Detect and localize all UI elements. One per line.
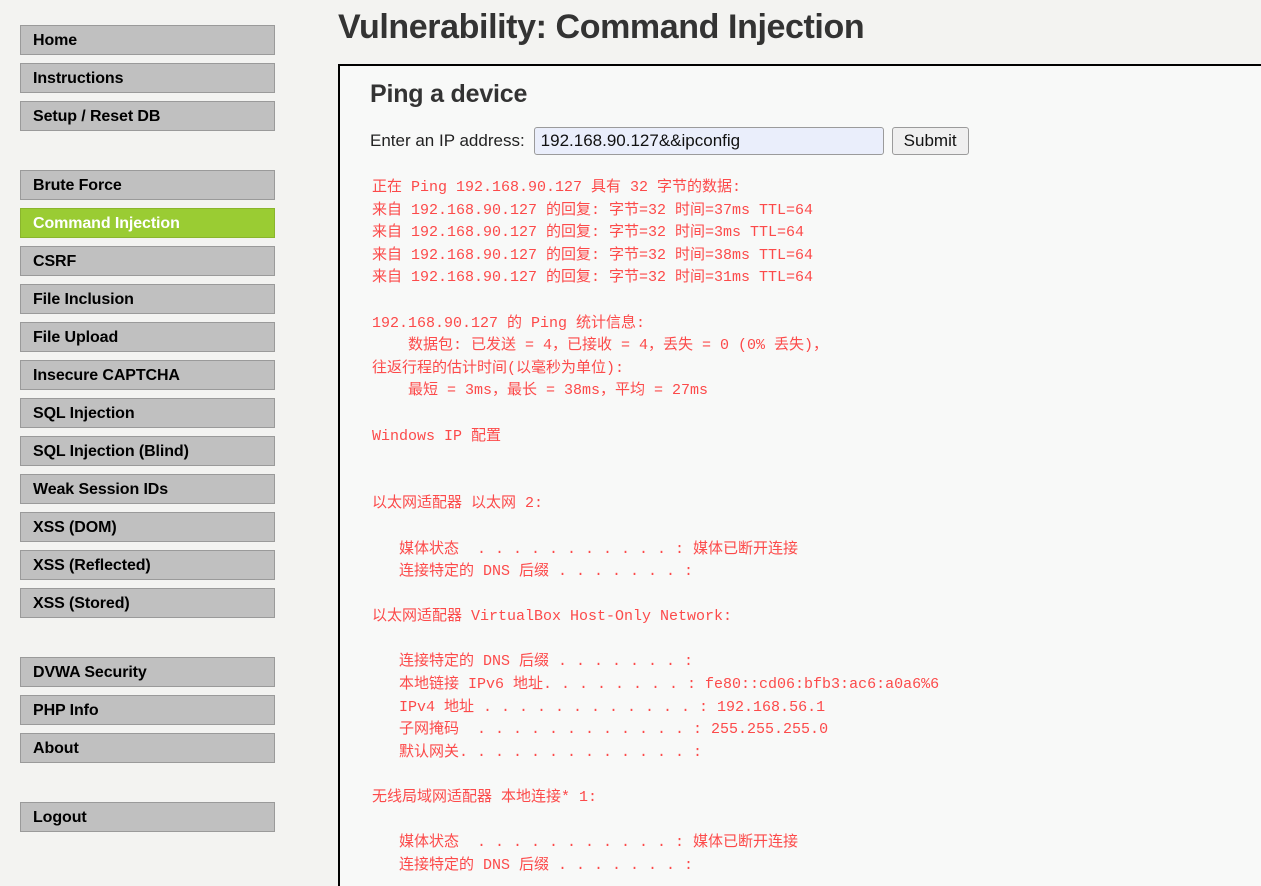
sidebar-item-xss-reflected[interactable]: XSS (Reflected) bbox=[20, 550, 275, 580]
submit-button[interactable]: Submit bbox=[891, 127, 969, 155]
sidebar-item-sql-injection-blind[interactable]: SQL Injection (Blind) bbox=[20, 436, 275, 466]
page-title: Vulnerability: Command Injection bbox=[338, 8, 865, 46]
sidebar-item-weak-session-ids[interactable]: Weak Session IDs bbox=[20, 474, 275, 504]
main-content: Vulnerability: Command Injection Ping a … bbox=[300, 0, 1261, 886]
sidebar-item-file-inclusion[interactable]: File Inclusion bbox=[20, 284, 275, 314]
sidebar-item-setup-reset-db[interactable]: Setup / Reset DB bbox=[20, 101, 275, 131]
section-title: Ping a device bbox=[370, 80, 528, 108]
sidebar-group-session: Logout bbox=[0, 802, 300, 832]
ip-address-input[interactable] bbox=[533, 127, 884, 155]
sidebar-item-php-info[interactable]: PHP Info bbox=[20, 695, 275, 725]
sidebar: Home Instructions Setup / Reset DB Brute F… bbox=[0, 0, 300, 886]
sidebar-item-command-injection[interactable]: Command Injection bbox=[20, 208, 275, 238]
sidebar-item-logout[interactable]: Logout bbox=[20, 802, 275, 832]
sidebar-item-file-upload[interactable]: File Upload bbox=[20, 322, 275, 352]
ping-form: Enter an IP address: Submit bbox=[370, 127, 1261, 155]
content-panel-inner: Ping a device Enter an IP address: Submi… bbox=[340, 66, 1261, 877]
sidebar-item-dvwa-security[interactable]: DVWA Security bbox=[20, 657, 275, 687]
sidebar-item-brute-force[interactable]: Brute Force bbox=[20, 170, 275, 200]
sidebar-item-xss-dom[interactable]: XSS (DOM) bbox=[20, 512, 275, 542]
sidebar-group-tools: DVWA Security PHP Info About bbox=[0, 657, 300, 763]
sidebar-item-instructions[interactable]: Instructions bbox=[20, 63, 275, 93]
sidebar-item-insecure-captcha[interactable]: Insecure CAPTCHA bbox=[20, 360, 275, 390]
dvwa-page: Home Instructions Setup / Reset DB Brute F… bbox=[0, 0, 1261, 886]
sidebar-group-vulnerabilities: Brute Force Command Injection CSRF File Inc… bbox=[0, 170, 300, 618]
sidebar-item-csrf[interactable]: CSRF bbox=[20, 246, 275, 276]
content-panel: Ping a device Enter an IP address: Submi… bbox=[338, 64, 1261, 886]
sidebar-item-about[interactable]: About bbox=[20, 733, 275, 763]
ip-address-label: Enter an IP address: bbox=[370, 131, 525, 150]
sidebar-item-sql-injection[interactable]: SQL Injection bbox=[20, 398, 275, 428]
sidebar-item-home[interactable]: Home bbox=[20, 25, 275, 55]
sidebar-group-main: Home Instructions Setup / Reset DB bbox=[0, 25, 300, 131]
sidebar-item-xss-stored[interactable]: XSS (Stored) bbox=[20, 588, 275, 618]
command-output: 正在 Ping 192.168.90.127 具有 32 字节的数据: 来自 1… bbox=[372, 179, 940, 874]
